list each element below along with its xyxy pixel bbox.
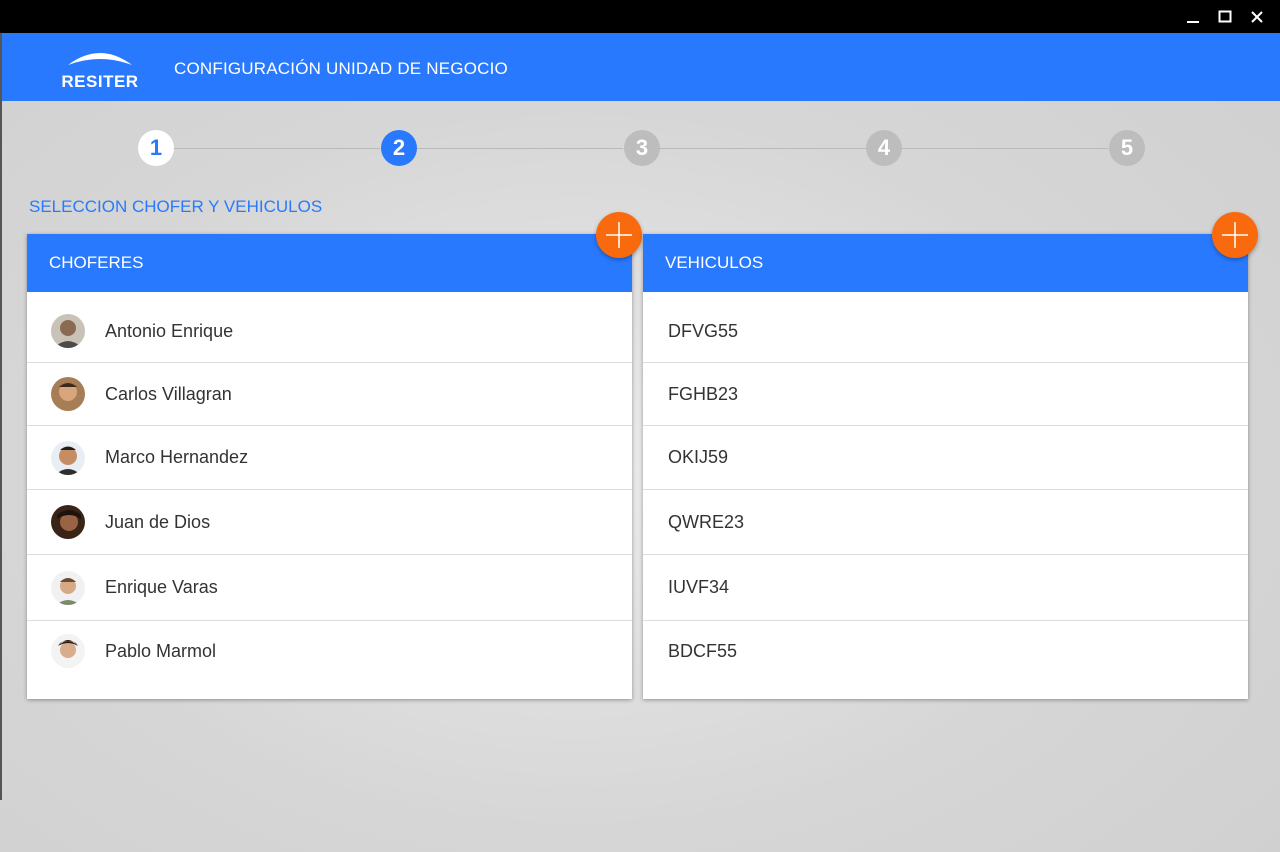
- vehiculo-row[interactable]: OKIJ59: [643, 426, 1248, 490]
- vehiculo-plate: BDCF55: [668, 640, 738, 661]
- chofer-row[interactable]: Pablo Marmol: [27, 621, 632, 681]
- chofer-name: Antonio Enrique: [105, 320, 234, 341]
- vehiculo-plate: QWRE23: [668, 511, 745, 532]
- section-title: SELECCION CHOFER Y VEHICULOS: [29, 197, 323, 216]
- step-1[interactable]: 1: [138, 130, 174, 166]
- chofer-row[interactable]: Marco Hernandez: [27, 426, 632, 490]
- vehiculo-plate: OKIJ59: [668, 447, 729, 467]
- step-connector: [174, 148, 380, 149]
- add-vehiculo-button[interactable]: [1212, 212, 1258, 258]
- vehiculos-header: VEHICULOS: [643, 234, 1248, 292]
- step-5[interactable]: 5: [1109, 130, 1145, 166]
- step-4[interactable]: 4: [866, 130, 902, 166]
- resiter-logo: RESITER: [60, 45, 140, 91]
- stepper: 1 2 3 4 5: [0, 130, 1280, 166]
- vehiculos-card: VEHICULOS DFVG55 FGHB23 OKIJ59 QWRE23 IU…: [643, 212, 1258, 699]
- logo-text: RESITER: [61, 72, 138, 89]
- vehiculo-plate: DFVG55: [668, 320, 739, 341]
- avatar: [51, 377, 85, 411]
- chofer-row[interactable]: Carlos Villagran: [27, 363, 632, 426]
- window-controls: [1184, 8, 1266, 26]
- vehiculo-plate: FGHB23: [668, 383, 739, 404]
- avatar: [51, 440, 85, 475]
- add-chofer-button[interactable]: [596, 212, 642, 258]
- chofer-name: Marco Hernandez: [105, 447, 249, 467]
- vehiculo-row[interactable]: QWRE23: [643, 490, 1248, 555]
- chofer-name: Pablo Marmol: [105, 640, 217, 661]
- avatar: [51, 314, 85, 348]
- maximize-icon[interactable]: [1216, 8, 1234, 26]
- close-icon[interactable]: [1248, 8, 1266, 26]
- step-2[interactable]: 2: [381, 130, 417, 166]
- chofer-row[interactable]: Juan de Dios: [27, 490, 632, 555]
- step-connector: [902, 148, 1108, 149]
- chofer-name: Juan de Dios: [105, 511, 211, 532]
- plus-icon: [606, 222, 632, 248]
- chofer-name: Enrique Varas: [105, 577, 218, 597]
- vehiculo-row[interactable]: DFVG55: [643, 300, 1248, 363]
- chofer-name: Carlos Villagran: [105, 383, 232, 404]
- minimize-icon[interactable]: [1184, 8, 1202, 26]
- vehiculo-row[interactable]: BDCF55: [643, 621, 1248, 681]
- vehiculo-plate: IUVF34: [668, 577, 730, 597]
- choferes-card: CHOFERES Antonio Enrique Carlos Villagra…: [27, 212, 642, 699]
- step-3[interactable]: 3: [624, 130, 660, 166]
- step-connector: [660, 148, 866, 149]
- app-header: RESITER CONFIGURACIÓN UNIDAD DE NEGOCIO: [2, 33, 1280, 101]
- choferes-header: CHOFERES: [27, 234, 632, 292]
- chofer-row[interactable]: Antonio Enrique: [27, 300, 632, 363]
- window-titlebar: [0, 0, 1280, 33]
- avatar: [51, 505, 85, 539]
- vehiculo-row[interactable]: IUVF34: [643, 555, 1248, 621]
- vehiculo-row[interactable]: FGHB23: [643, 363, 1248, 426]
- plus-icon: [1222, 222, 1248, 248]
- chofer-row[interactable]: Enrique Varas: [27, 555, 632, 621]
- avatar: [51, 634, 85, 668]
- avatar: [51, 570, 85, 605]
- page-title: CONFIGURACIÓN UNIDAD DE NEGOCIO: [174, 59, 508, 78]
- step-connector: [417, 148, 623, 149]
